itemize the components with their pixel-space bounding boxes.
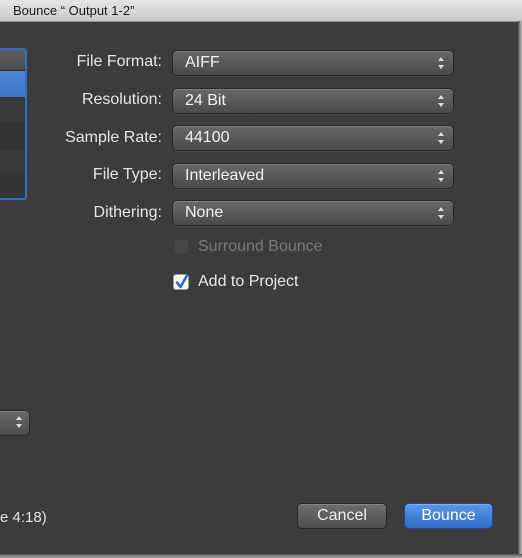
file-type-value: Interleaved xyxy=(185,167,265,184)
resolution-value: 24 Bit xyxy=(185,92,226,109)
cancel-button[interactable]: Cancel xyxy=(297,503,387,529)
up-down-chevron-icon xyxy=(437,56,445,70)
window-edge xyxy=(0,554,522,558)
window-title: Bounce “ Output 1-2” xyxy=(13,3,135,18)
window-edge xyxy=(518,21,522,558)
dithering-popup[interactable]: None xyxy=(172,200,454,226)
resolution-label: Resolution: xyxy=(81,91,162,108)
list-item-selected[interactable] xyxy=(0,71,25,97)
surround-bounce-checkbox xyxy=(173,239,189,255)
up-down-chevron-icon xyxy=(15,415,23,429)
bounce-button[interactable]: Bounce xyxy=(404,503,493,529)
sample-rate-value: 44100 xyxy=(185,129,230,146)
surround-bounce-label: Surround Bounce xyxy=(198,238,323,255)
file-type-popup[interactable]: Interleaved xyxy=(172,163,454,189)
list-item[interactable] xyxy=(0,97,25,123)
add-to-project-label: Add to Project xyxy=(198,273,299,290)
list-item[interactable] xyxy=(0,123,25,149)
add-to-project-checkbox[interactable] xyxy=(173,274,189,290)
up-down-chevron-icon xyxy=(437,206,445,220)
checkmark-icon xyxy=(175,274,189,289)
destination-list[interactable] xyxy=(0,48,27,200)
file-format-label: File Format: xyxy=(76,53,162,70)
bounce-dialog: Bounce “ Output 1-2” e 4:18) File Format… xyxy=(0,0,522,558)
title-bar[interactable]: Bounce “ Output 1-2” xyxy=(0,0,522,22)
mode-popup[interactable] xyxy=(0,410,30,436)
file-format-value: AIFF xyxy=(185,54,220,71)
up-down-chevron-icon xyxy=(437,94,445,108)
file-type-label: File Type: xyxy=(92,166,162,183)
up-down-chevron-icon xyxy=(437,169,445,183)
list-header xyxy=(0,50,25,71)
dithering-label: Dithering: xyxy=(93,204,162,221)
duration-text: e 4:18) xyxy=(0,509,47,526)
dithering-value: None xyxy=(185,204,224,221)
list-item[interactable] xyxy=(0,149,25,175)
resolution-popup[interactable]: 24 Bit xyxy=(172,88,454,114)
sample-rate-popup[interactable]: 44100 xyxy=(172,125,454,151)
file-format-popup[interactable]: AIFF xyxy=(172,50,454,76)
sample-rate-label: Sample Rate: xyxy=(65,129,162,146)
up-down-chevron-icon xyxy=(437,131,445,145)
